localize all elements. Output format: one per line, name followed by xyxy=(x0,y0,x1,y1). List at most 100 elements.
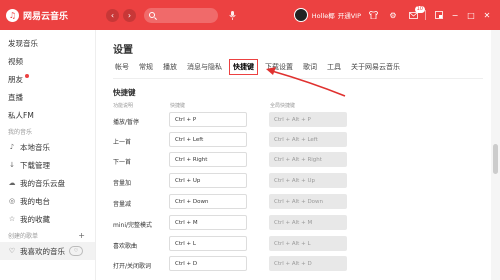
global-shortcut-input[interactable]: Ctrl + Alt + Up xyxy=(269,173,347,188)
tab-download[interactable]: 下载设置 xyxy=(262,59,296,75)
add-playlist-icon[interactable]: + xyxy=(78,231,85,240)
row-label: 上一首 xyxy=(113,139,132,146)
tab-privacy[interactable]: 消息与隐私 xyxy=(184,59,225,75)
app-name: 网易云音乐 xyxy=(23,11,69,22)
notification-dot xyxy=(25,74,29,78)
global-shortcut-input[interactable]: Ctrl + Alt + D xyxy=(269,256,347,271)
sidebar-item-discover[interactable]: 发现音乐 xyxy=(0,34,95,52)
tab-account[interactable]: 帐号 xyxy=(112,59,132,75)
global-shortcut-input[interactable]: Ctrl + Alt + Down xyxy=(269,194,347,209)
maximize-icon[interactable]: □ xyxy=(464,8,478,22)
global-shortcut-input[interactable]: Ctrl + Alt + M xyxy=(269,215,347,230)
global-shortcut-input[interactable]: Ctrl + Alt + Right xyxy=(269,152,347,167)
shortcut-input[interactable]: Ctrl + P xyxy=(169,112,247,127)
mini-mode-icon[interactable] xyxy=(432,8,446,22)
search-icon[interactable] xyxy=(149,12,155,18)
sidebar-item-label: 我的收藏 xyxy=(20,214,50,224)
row-label: 音量加 xyxy=(113,180,132,187)
settings-tabs: 帐号 常规 播放 消息与隐私 快捷键 下载设置 歌词 工具 关于网易云音乐 xyxy=(112,59,407,75)
sidebar-item-label: 我的电台 xyxy=(20,196,50,206)
sidebar-item-video[interactable]: 视频 xyxy=(0,52,95,70)
global-shortcut-input[interactable]: Ctrl + Alt + Left xyxy=(269,132,347,147)
shortcut-row: 播放/暂停 Ctrl + P Ctrl + Alt + P xyxy=(113,112,453,128)
vip-button[interactable]: 开通VIP xyxy=(338,10,361,20)
tab-tools[interactable]: 工具 xyxy=(324,59,344,75)
heart-mode-button[interactable]: ♡ xyxy=(69,246,83,256)
sidebar: 发现音乐 视频 朋友 直播 私人FM 我的音乐 ♪ 本地音乐 ↓ 下载管理 ☁ … xyxy=(0,30,96,280)
tab-play[interactable]: 播放 xyxy=(160,59,180,75)
sidebar-item-fm[interactable]: 私人FM xyxy=(0,106,95,124)
gear-icon[interactable]: ⚙ xyxy=(385,7,401,23)
scrollbar[interactable] xyxy=(491,30,500,280)
sidebar-item-label: 下载管理 xyxy=(20,160,50,170)
sidebar-item-downloads[interactable]: ↓ 下载管理 xyxy=(0,156,95,174)
local-music-icon: ♪ xyxy=(9,143,15,151)
shortcut-row: 音量减 Ctrl + Down Ctrl + Alt + Down xyxy=(113,194,453,210)
row-label: 下一首 xyxy=(113,159,132,166)
row-label: 音量减 xyxy=(113,201,132,208)
close-icon[interactable]: ✕ xyxy=(480,8,494,22)
global-shortcut-input[interactable]: Ctrl + Alt + L xyxy=(269,236,347,251)
shortcut-input[interactable]: Ctrl + M xyxy=(169,215,247,230)
shortcut-input[interactable]: Ctrl + Right xyxy=(169,152,247,167)
netease-logo-icon: ♫ xyxy=(6,8,19,22)
title-bar: ♫ 网易云音乐 ‹ › Holle椰 开通VIP ⚙ 10 − □ ✕ xyxy=(0,0,500,30)
divider xyxy=(113,78,483,79)
shirt-icon[interactable] xyxy=(365,7,381,23)
download-icon: ↓ xyxy=(9,161,15,169)
username[interactable]: Holle椰 xyxy=(312,10,335,20)
shortcut-input[interactable]: Ctrl + Left xyxy=(169,132,247,147)
tab-shortcuts[interactable]: 快捷键 xyxy=(229,59,258,75)
shortcut-row: 打开/关闭歌词 Ctrl + D Ctrl + Alt + D xyxy=(113,256,453,272)
section-created-playlists: 创建的歌单 + xyxy=(0,228,95,242)
mic-icon[interactable] xyxy=(226,9,239,22)
chevron-left-icon[interactable]: ‹ xyxy=(106,8,119,22)
section-title: 我的音乐 xyxy=(8,128,33,136)
shortcut-row: 喜欢歌曲 Ctrl + L Ctrl + Alt + L xyxy=(113,236,453,252)
mail-icon[interactable]: 10 xyxy=(405,6,425,23)
column-header-shortcut: 快捷键 xyxy=(170,103,186,109)
tab-about[interactable]: 关于网易云音乐 xyxy=(348,59,403,75)
scrollbar-thumb[interactable] xyxy=(493,144,498,174)
settings-page: 设置 帐号 常规 播放 消息与隐私 快捷键 下载设置 歌词 工具 关于网易云音乐… xyxy=(97,30,491,280)
page-title: 设置 xyxy=(113,45,133,56)
sidebar-item-liked[interactable]: ♡ 我喜欢的音乐 ♡ xyxy=(0,242,95,260)
global-shortcut-input[interactable]: Ctrl + Alt + P xyxy=(269,112,347,127)
chevron-right-icon[interactable]: › xyxy=(123,8,136,22)
shortcut-input[interactable]: Ctrl + Up xyxy=(169,173,247,188)
sidebar-item-cloud[interactable]: ☁ 我的音乐云盘 xyxy=(0,174,95,192)
cloud-icon: ☁ xyxy=(8,179,16,187)
radio-icon: ◎ xyxy=(8,197,16,205)
shortcut-input[interactable]: Ctrl + D xyxy=(169,256,247,271)
row-label: mini/完整模式 xyxy=(113,222,153,229)
avatar[interactable] xyxy=(293,8,308,22)
row-label: 播放/暂停 xyxy=(113,119,140,126)
tab-general[interactable]: 常规 xyxy=(136,59,156,75)
shortcut-row: 音量加 Ctrl + Up Ctrl + Alt + Up xyxy=(113,173,453,189)
column-header-function: 功能说明 xyxy=(113,103,134,109)
app-logo[interactable]: ♫ 网易云音乐 xyxy=(6,8,102,22)
search-input[interactable] xyxy=(144,7,218,23)
sidebar-item-collect[interactable]: ☆ 我的收藏 xyxy=(0,210,95,228)
sidebar-item-radio[interactable]: ◎ 我的电台 xyxy=(0,192,95,210)
sidebar-item-local-music[interactable]: ♪ 本地音乐 xyxy=(0,138,95,156)
minimize-icon[interactable]: − xyxy=(448,8,462,22)
heart-icon: ♡ xyxy=(8,247,16,255)
user-area: Holle椰 开通VIP ⚙ 10 − □ ✕ xyxy=(293,6,500,23)
shortcut-row: mini/完整模式 Ctrl + M Ctrl + Alt + M xyxy=(113,215,453,231)
row-label: 喜欢歌曲 xyxy=(113,243,138,250)
shortcut-input[interactable]: Ctrl + Down xyxy=(169,194,247,209)
shortcut-input[interactable]: Ctrl + L xyxy=(169,236,247,251)
section-title: 快捷键 xyxy=(113,88,136,97)
sidebar-item-label: 我喜欢的音乐 xyxy=(20,246,65,256)
tab-lyrics[interactable]: 歌词 xyxy=(300,59,320,75)
column-header-global: 全局快捷键 xyxy=(270,103,296,109)
section-title: 创建的歌单 xyxy=(8,232,39,240)
sidebar-item-live[interactable]: 直播 xyxy=(0,88,95,106)
sidebar-item-label: 朋友 xyxy=(8,74,23,84)
sidebar-item-label: 私人FM xyxy=(8,110,34,120)
sidebar-item-friends[interactable]: 朋友 xyxy=(0,70,95,88)
shortcut-row: 上一首 Ctrl + Left Ctrl + Alt + Left xyxy=(113,132,453,148)
shortcut-row: 下一首 Ctrl + Right Ctrl + Alt + Right xyxy=(113,152,453,168)
sidebar-item-label: 本地音乐 xyxy=(20,142,50,152)
